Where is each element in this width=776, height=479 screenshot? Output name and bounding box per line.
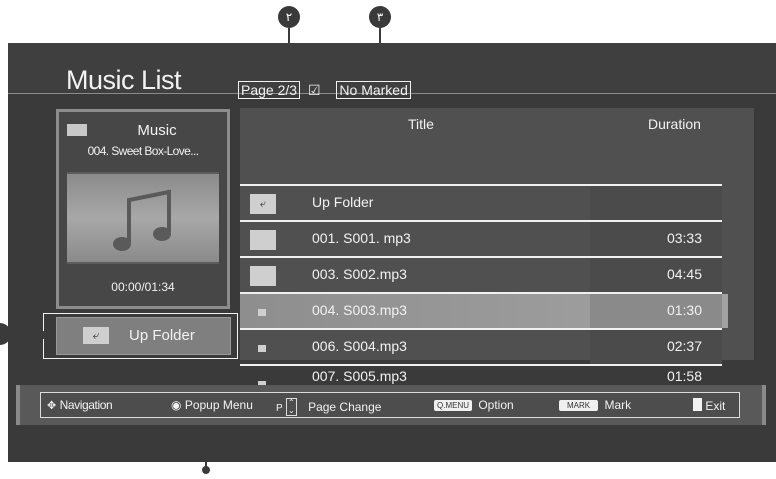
row-duration: 01:58 <box>666 368 702 384</box>
callout-4-line <box>205 425 207 467</box>
list-row[interactable]: 006. S004.mp3 02:37 <box>240 328 728 364</box>
page-indicator: Page 2/3 <box>238 81 301 99</box>
list-row[interactable]: 003. S002.mp3 04:45 <box>240 256 728 292</box>
duration-cell <box>590 186 722 220</box>
mark-label: Mark <box>604 398 632 412</box>
row-duration: 04:45 <box>666 266 702 282</box>
callout-3: ٣ <box>369 6 391 28</box>
preview-time: 00:00/01:34 <box>111 280 175 294</box>
enter-button-icon: ◉ <box>171 398 182 412</box>
help-bar-inner: ✥ Navigation ◉ Popup Menu P ⌃ ⌄ Page Chan… <box>40 392 740 418</box>
folder-icon <box>250 230 276 250</box>
duration-cell <box>590 222 722 256</box>
popup-menu-label: Popup Menu <box>184 398 253 412</box>
list-row[interactable]: 001. S001. mp3 03:33 <box>240 220 728 256</box>
callout-4-dot <box>202 466 210 474</box>
file-icon <box>258 345 266 352</box>
row-name: 001. S001. mp3 <box>312 230 411 246</box>
list-header: Title Duration <box>240 108 754 138</box>
duration-column-header: Duration <box>648 116 701 132</box>
up-folder-icon: ⤶ <box>250 194 276 214</box>
callout-1-dot <box>40 331 48 339</box>
row-name: 004. S003.mp3 <box>312 302 407 318</box>
navigation-arrows-icon: ✥ <box>47 399 57 412</box>
help-bar: ✥ Navigation ◉ Popup Menu P ⌃ ⌄ Page Chan… <box>16 385 766 425</box>
row-name: 003. S002.mp3 <box>312 266 407 282</box>
exit-door-icon <box>693 398 702 411</box>
page-updown-icon: ⌃ ⌄ <box>286 398 297 416</box>
row-separator <box>240 364 722 366</box>
exit-hint[interactable]: Exit <box>693 398 725 413</box>
page-info: Page 2/3 ☑ No Marked <box>238 81 411 99</box>
mark-key-icon: MARK <box>559 400 599 411</box>
music-note-icon <box>113 189 171 251</box>
row-duration: 02:37 <box>666 338 702 354</box>
popup-menu-hint: ◉ Popup Menu <box>171 398 253 412</box>
navigation-hint: ✥ Navigation <box>47 398 113 412</box>
page-change-hint: P ⌃ ⌄ Page Change <box>276 398 381 416</box>
row-duration: 03:33 <box>666 230 702 246</box>
navigation-label: Navigation <box>59 398 113 412</box>
folder-icon <box>250 266 276 286</box>
page-change-label: Page Change <box>308 400 382 414</box>
list-row-selected[interactable]: 004. S003.mp3 01:30 <box>240 292 728 328</box>
exit-label: Exit <box>705 399 726 413</box>
duration-cell <box>590 330 722 364</box>
up-folder-button[interactable]: ⤶ Up Folder <box>56 317 231 355</box>
up-folder-button-label: Up Folder <box>129 327 195 344</box>
option-label: Option <box>478 398 514 412</box>
page-key-label: P <box>276 403 283 414</box>
preview-panel: Music 004. Sweet Box-Love... 00:00/01:34 <box>56 109 230 309</box>
title-column-header: Title <box>408 116 434 132</box>
preview-track-label: 004. Sweet Box-Love... <box>87 144 199 158</box>
callout-2: ٢ <box>278 6 300 28</box>
file-list-panel: Title Duration ⤶ Up Folder 001. S001. mp… <box>240 108 754 364</box>
duration-cell <box>590 258 722 292</box>
row-name: Up Folder <box>312 194 374 210</box>
row-name: 006. S004.mp3 <box>312 338 407 354</box>
preview-folder-label: Music <box>137 122 177 139</box>
list-row[interactable]: ⤶ Up Folder <box>240 184 728 220</box>
row-duration: 01:30 <box>666 302 702 318</box>
qmenu-key-icon: Q.MENU <box>434 400 472 411</box>
option-hint: Q.MENU Option <box>434 398 514 412</box>
file-icon <box>258 309 266 316</box>
mark-hint: MARK Mark <box>559 398 631 412</box>
page-title: Music List <box>66 65 182 95</box>
mark-checkbox-icon[interactable]: ☑ <box>308 83 321 99</box>
marked-status: No Marked <box>336 81 411 99</box>
row-name: 007. S005.mp3 <box>312 368 407 384</box>
duration-cell <box>590 294 722 328</box>
up-folder-button-icon: ⤶ <box>83 327 109 344</box>
album-art <box>67 172 219 264</box>
